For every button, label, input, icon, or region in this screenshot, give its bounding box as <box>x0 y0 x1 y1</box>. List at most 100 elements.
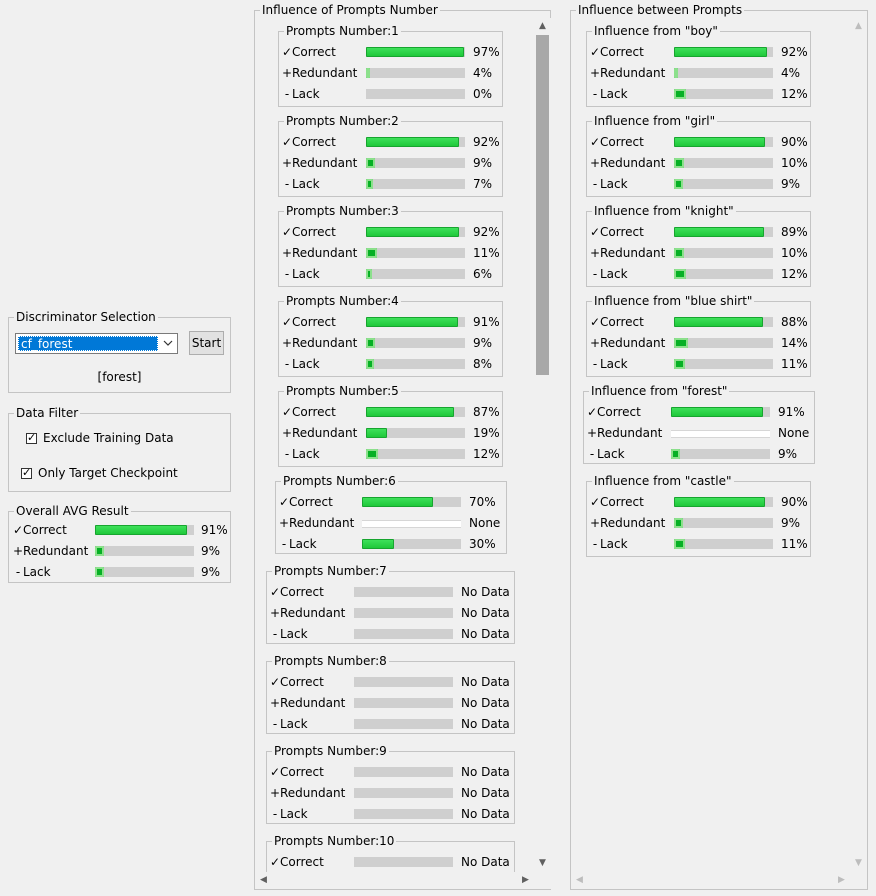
scroll-right-icon[interactable]: ▶ <box>517 872 534 889</box>
metric-label-text: Lack <box>600 267 628 281</box>
metric-value: 30% <box>469 537 496 551</box>
metric-label-text: Lack <box>600 357 628 371</box>
metric-group-title: Prompts Number:1 <box>284 24 401 38</box>
metric-label-text: Redundant <box>280 786 346 800</box>
metric-label-text: Redundant <box>597 426 663 440</box>
metric-row-lack: - Lack 12% <box>587 87 810 101</box>
metric-value: 90% <box>781 135 808 149</box>
metric-label-text: Correct <box>600 315 644 329</box>
scroll-thumb[interactable] <box>536 35 549 375</box>
exclude-training-checkbox[interactable]: ✓ <box>26 431 37 444</box>
metric-row-correct: ✓Correct 90% <box>587 495 810 509</box>
progress-fill <box>366 449 378 459</box>
metric-value: 90% <box>781 495 808 509</box>
metric-row-lack: - Lack 12% <box>279 447 502 461</box>
metric-label-text: Correct <box>597 405 641 419</box>
metric-group: Influence from "girl" ✓Correct 90% +Redunda… <box>586 114 811 197</box>
progress-fill <box>674 68 678 78</box>
metric-label-text: Correct <box>23 523 67 537</box>
progress-fill <box>674 317 763 327</box>
progress-fill <box>366 248 377 258</box>
metric-label: ✓Correct <box>282 135 336 149</box>
metric-value: 4% <box>781 66 801 80</box>
metric-value: 97% <box>473 45 500 59</box>
metric-row-correct: ✓Correct 91% <box>584 405 814 419</box>
metric-value: 19% <box>473 426 500 440</box>
progress-fill <box>674 497 765 507</box>
metric-row-redundant: +Redundant 9% <box>279 336 502 350</box>
start-button[interactable]: Start <box>189 331 224 355</box>
checkmark-icon: ✓ <box>270 675 281 689</box>
metric-label: - Lack <box>279 537 317 551</box>
progress-bar <box>366 269 465 279</box>
metric-row-lack: - Lack 9% <box>587 177 810 191</box>
progress-bar <box>674 89 773 99</box>
metric-group: Prompts Number:1 ✓Correct 97% +Redundant 4% -… <box>278 24 503 107</box>
metric-label: - Lack <box>270 627 308 641</box>
between-prompts-scroll-area[interactable]: Influence from "boy" ✓Correct 92% +Redundan… <box>571 18 850 872</box>
progress-bar <box>674 158 773 168</box>
progress-fill <box>674 539 685 549</box>
progress-fill <box>95 525 187 535</box>
metric-row-correct: ✓Correct 91% <box>9 523 230 537</box>
minus-icon: - <box>272 807 278 821</box>
discriminator-dropdown[interactable]: cf_forest <box>15 333 178 354</box>
only-target-checkbox[interactable]: ✓ <box>21 466 32 479</box>
scroll-left-icon[interactable]: ◀ <box>255 872 272 889</box>
progress-bar <box>674 359 773 369</box>
metric-group: Influence from "blue shirt" ✓Correct 88% +R… <box>586 294 811 377</box>
progress-bar <box>362 539 461 549</box>
between-vertical-scrollbar[interactable]: ▲ ▼ <box>850 18 867 872</box>
scroll-down-icon[interactable]: ▼ <box>534 855 551 872</box>
metric-row-correct: ✓Correct 92% <box>279 225 502 239</box>
plus-icon: + <box>282 246 293 260</box>
metric-value: 70% <box>469 495 496 509</box>
plus-icon: + <box>587 426 598 440</box>
metric-value: No Data <box>461 786 510 800</box>
scroll-up-icon[interactable]: ▲ <box>850 18 867 35</box>
between-horizontal-scrollbar[interactable]: ◀ ▶ <box>571 872 867 889</box>
progress-bar <box>354 629 453 639</box>
progress-bar <box>674 68 773 78</box>
progress-fill <box>674 269 686 279</box>
metric-value: 89% <box>781 225 808 239</box>
checkmark-icon: ✓ <box>22 466 32 479</box>
metric-label: - Lack <box>282 447 320 461</box>
plus-icon: + <box>590 156 601 170</box>
metric-row-lack: - Lack No Data <box>267 807 514 821</box>
exclude-training-label[interactable]: Exclude Training Data <box>43 431 174 445</box>
metric-label: ✓Correct <box>590 495 644 509</box>
metric-value: 92% <box>473 135 500 149</box>
progress-bar <box>354 587 453 597</box>
metric-row-redundant: +Redundant No Data <box>267 786 514 800</box>
prompts-number-panel-title: Influence of Prompts Number <box>260 3 440 17</box>
metric-label-text: Redundant <box>292 66 358 80</box>
metric-value: 9% <box>781 177 801 191</box>
metric-group: Prompts Number:2 ✓Correct 92% +Redundant 9% -… <box>278 114 503 197</box>
checkmark-icon: ✓ <box>587 405 598 419</box>
metric-group: Prompts Number:10 ✓Correct No Data <box>266 834 515 872</box>
scroll-down-icon[interactable]: ▼ <box>850 855 867 872</box>
metric-label: - Lack <box>590 177 628 191</box>
between-prompts-panel-title: Influence between Prompts <box>576 3 745 17</box>
progress-fill <box>674 89 686 99</box>
prompts-number-scroll-area[interactable]: Prompts Number:1 ✓Correct 97% +Redundant 4% -… <box>255 18 533 872</box>
scroll-right-icon[interactable]: ▶ <box>833 872 850 889</box>
metric-row-lack: - Lack 12% <box>587 267 810 281</box>
prompts-horizontal-scrollbar[interactable]: ◀ ▶ <box>255 872 551 889</box>
only-target-label[interactable]: Only Target Checkpoint <box>38 466 178 480</box>
progress-fill <box>366 227 459 237</box>
scroll-left-icon[interactable]: ◀ <box>571 872 588 889</box>
metric-value: 91% <box>778 405 805 419</box>
prompts-vertical-scrollbar[interactable]: ▲ ▼ <box>534 18 551 872</box>
metric-value: None <box>778 426 810 440</box>
metric-value: 9% <box>781 516 801 530</box>
progress-fill <box>674 179 683 189</box>
progress-fill <box>366 359 374 369</box>
metric-label: - Lack <box>590 267 628 281</box>
scroll-up-icon[interactable]: ▲ <box>534 18 551 35</box>
chevron-down-icon[interactable] <box>159 334 177 353</box>
metric-label: ✓Correct <box>270 855 324 869</box>
progress-bar <box>354 698 453 708</box>
metric-row-redundant: +Redundant 4% <box>587 66 810 80</box>
